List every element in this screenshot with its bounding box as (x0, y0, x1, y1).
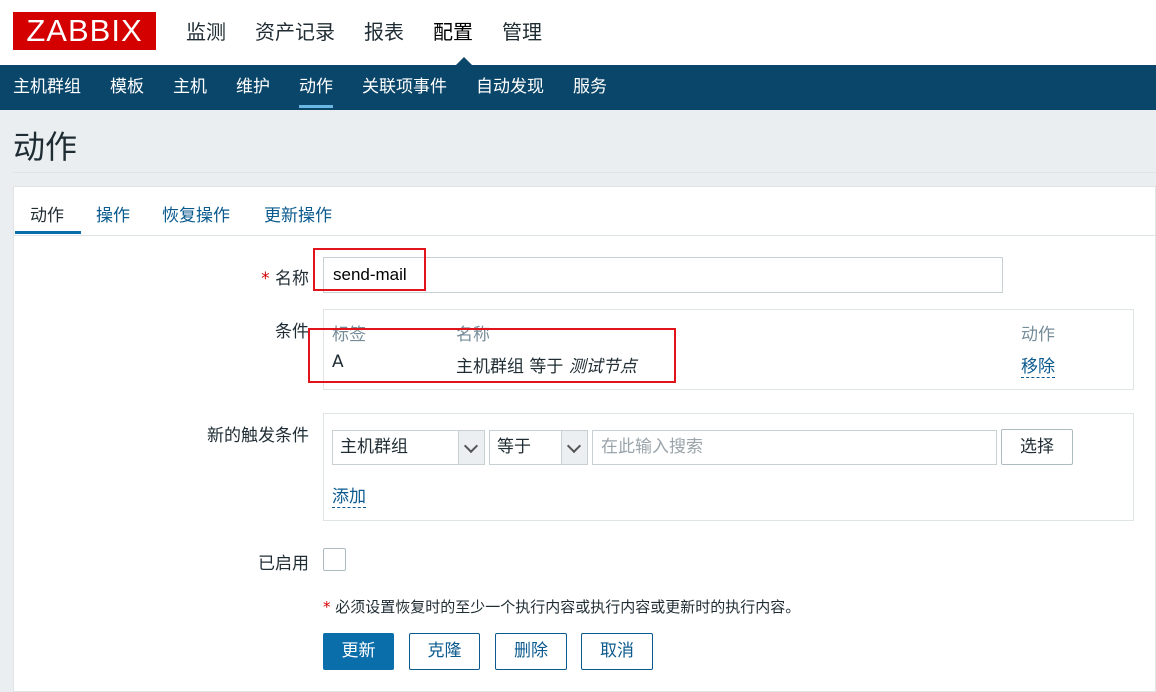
sub-menu-item-actions[interactable]: 动作 (299, 65, 333, 110)
select-button[interactable]: 选择 (1001, 429, 1073, 465)
sub-menu-item-discovery[interactable]: 自动发现 (476, 65, 544, 110)
name-input[interactable]: send-mail (323, 257, 1003, 293)
condition-tag: A (332, 352, 344, 372)
operator-select[interactable]: 等于 (489, 430, 588, 465)
sub-menu-item-hosts[interactable]: 主机 (173, 65, 207, 110)
main-menu-item-administration[interactable]: 管理 (502, 17, 542, 47)
tab-action[interactable]: 动作 (30, 201, 64, 226)
conditions-label: 条件 (275, 322, 309, 342)
enabled-checkbox[interactable] (323, 548, 346, 571)
condition-name: 主机群组 等于 测试节点 (456, 352, 637, 377)
host-group-search-input[interactable]: 在此输入搜索 (592, 430, 997, 465)
action-form-panel: 动作 操作 恢复操作 更新操作 * 名称 send-mail 条件 标签 名称 … (13, 186, 1156, 692)
conditions-header-action: 动作 (1021, 325, 1055, 345)
tab-update-operations[interactable]: 更新操作 (264, 201, 332, 226)
page-title: 动作 (13, 128, 78, 166)
conditions-header-tag: 标签 (332, 325, 366, 345)
name-label-text: 名称 (275, 269, 309, 289)
active-menu-caret (456, 57, 472, 65)
required-note-text: 必须设置恢复时的至少一个执行内容或执行内容或更新时的执行内容。 (335, 598, 801, 616)
chevron-down-icon (458, 431, 484, 464)
required-note: * 必须设置恢复时的至少一个执行内容或执行内容或更新时的执行内容。 (323, 596, 800, 617)
name-label: * 名称 (214, 264, 309, 289)
main-menu-item-inventory[interactable]: 资产记录 (255, 17, 335, 47)
sub-menu-item-host-groups[interactable]: 主机群组 (13, 65, 81, 110)
sub-menu-item-event-correlation[interactable]: 关联项事件 (362, 65, 447, 110)
top-header: ZABBIX 监测 资产记录 报表 配置 管理 (0, 0, 1156, 65)
title-divider (13, 172, 1156, 173)
main-menu-item-configuration[interactable]: 配置 (433, 17, 473, 47)
condition-type-select[interactable]: 主机群组 (332, 430, 485, 465)
sub-menu: 主机群组 模板 主机 维护 动作 关联项事件 自动发现 服务 (0, 65, 623, 110)
add-condition-text[interactable]: 添加 (332, 487, 366, 508)
condition-remove-link[interactable]: 移除 (1021, 352, 1055, 378)
update-button[interactable]: 更新 (323, 633, 394, 670)
add-condition-link[interactable]: 添加 (332, 482, 366, 508)
condition-remove-text[interactable]: 移除 (1021, 357, 1055, 378)
enabled-label: 已启用 (258, 554, 309, 574)
condition-name-value: 测试节点 (568, 357, 637, 377)
form-tabs: 动作 操作 恢复操作 更新操作 (14, 187, 1155, 236)
conditions-header-name: 名称 (456, 325, 490, 345)
cancel-button[interactable]: 取消 (581, 633, 653, 670)
tab-operations[interactable]: 操作 (96, 201, 130, 226)
zabbix-logo[interactable]: ZABBIX (13, 12, 156, 50)
delete-button[interactable]: 删除 (495, 633, 567, 670)
required-mark: * (261, 269, 270, 289)
required-note-mark: * (323, 598, 331, 616)
conditions-table: 标签 名称 动作 A 主机群组 等于 测试节点 移除 (323, 309, 1134, 390)
condition-type-value: 主机群组 (340, 437, 408, 457)
new-trigger-label: 新的触发条件 (207, 426, 309, 446)
clone-button[interactable]: 克隆 (409, 633, 480, 670)
main-menu-item-monitoring[interactable]: 监测 (186, 17, 226, 47)
main-menu-item-reports[interactable]: 报表 (364, 17, 404, 47)
main-menu: 监测 资产记录 报表 配置 管理 (186, 17, 571, 47)
chevron-down-icon (561, 431, 587, 464)
condition-name-prefix: 主机群组 等于 (456, 357, 569, 377)
tab-recovery-operations[interactable]: 恢复操作 (162, 201, 230, 226)
sub-menu-item-templates[interactable]: 模板 (110, 65, 144, 110)
new-trigger-box: 主机群组 等于 在此输入搜索 选择 添加 (323, 413, 1134, 521)
sub-menu-item-services[interactable]: 服务 (573, 65, 607, 110)
active-tab-indicator (15, 231, 81, 234)
sub-menu-bar: 主机群组 模板 主机 维护 动作 关联项事件 自动发现 服务 (0, 65, 1156, 110)
sub-menu-item-maintenance[interactable]: 维护 (236, 65, 270, 110)
operator-value: 等于 (497, 437, 531, 457)
